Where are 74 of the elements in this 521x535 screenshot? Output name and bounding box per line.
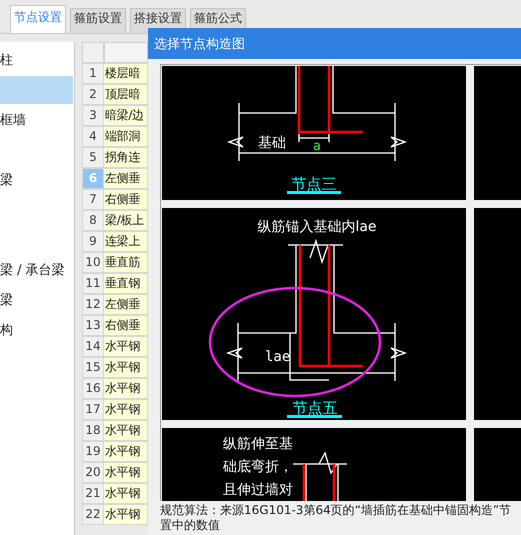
table-cell: 水平钢 <box>104 378 148 399</box>
dimension-label: lae <box>265 349 290 365</box>
caption-underline <box>287 191 341 194</box>
diagram-note: 纵筋伸至基 <box>223 436 293 452</box>
table-cell: 左侧垂 <box>104 294 148 315</box>
row-number[interactable]: 7 <box>82 189 104 210</box>
tree-item[interactable]: 框墙 <box>0 111 26 129</box>
tree-item[interactable]: 梁 <box>0 171 13 189</box>
table-cell: 水平钢 <box>104 441 148 462</box>
row-number[interactable]: 10 <box>82 252 104 273</box>
detail-diagram[interactable] <box>474 66 521 200</box>
table-cell: 右侧垂 <box>104 315 148 336</box>
diagram-label: 基础 <box>258 135 286 151</box>
table-cell: 端部洞 <box>104 126 148 147</box>
row-number[interactable]: 21 <box>82 483 104 504</box>
table-cell: 水平钢 <box>104 357 148 378</box>
detail-diagram[interactable] <box>474 208 521 420</box>
row-number[interactable]: 9 <box>82 231 104 252</box>
detail-diagram[interactable]: 纵筋锚入基础内lae lae 节点五 <box>162 208 466 420</box>
tree-item[interactable]: 柱 <box>0 51 13 69</box>
row-number[interactable]: 11 <box>82 273 104 294</box>
dialog-title: 选择节点构造图 <box>154 36 245 52</box>
table-cell: 水平钢 <box>104 420 148 441</box>
tab[interactable]: 箍筋设置 <box>70 8 126 33</box>
row-number[interactable]: 17 <box>82 399 104 420</box>
row-number[interactable]: 4 <box>82 126 104 147</box>
row-number[interactable]: 19 <box>82 441 104 462</box>
table-cell: 垂直筋 <box>104 252 148 273</box>
table-cell: 拐角连 <box>104 147 148 168</box>
row-number[interactable]: 15 <box>82 357 104 378</box>
diagram-note: 础底弯折， <box>223 459 293 475</box>
table-cell: 水平钢 <box>104 336 148 357</box>
diagram-note: 且伸过墙对 <box>223 482 293 498</box>
row-number[interactable]: 14 <box>82 336 104 357</box>
tree-item[interactable]: 构 <box>0 321 13 339</box>
detail-diagram[interactable]: 基础 a 节点三 <box>162 66 466 200</box>
table-cell: 垂直钢 <box>104 273 148 294</box>
tab[interactable]: 节点设置 <box>10 5 66 33</box>
table-cell: 左侧垂 <box>104 168 148 189</box>
detail-diagram[interactable] <box>474 428 521 501</box>
selected-tree-item[interactable] <box>0 76 73 104</box>
row-number[interactable]: 2 <box>82 84 104 105</box>
row-number[interactable]: 3 <box>82 105 104 126</box>
row-number[interactable]: 16 <box>82 378 104 399</box>
table-cell: 连梁上 <box>104 231 148 252</box>
table-cell: 水平钢 <box>104 483 148 504</box>
header-cell <box>82 42 104 63</box>
diagram-caption[interactable]: 节点三 <box>292 175 336 193</box>
row-number[interactable]: 18 <box>82 420 104 441</box>
wall-drawing <box>292 451 348 501</box>
caption-underline <box>287 415 342 418</box>
diagram-title: 纵筋锚入基础内lae <box>257 219 377 235</box>
detail-diagram[interactable]: 纵筋伸至基 础底弯折， 且伸过墙对 <box>162 428 466 501</box>
table-cell: 右侧垂 <box>104 189 148 210</box>
description-text: 规范算法：来源16G101-3第64页的“墙插筋在基础中锚固构造”节 <box>160 503 512 518</box>
table-cell: 顶层暗 <box>104 84 148 105</box>
row-number[interactable]: 1 <box>82 63 104 84</box>
row-number[interactable]: 12 <box>82 294 104 315</box>
diagram-caption[interactable]: 节点五 <box>292 399 338 417</box>
table-cell: 暗梁/边 <box>104 105 148 126</box>
row-number[interactable]: 20 <box>82 462 104 483</box>
description-text: 置中的数值 <box>160 518 221 533</box>
table-cell: 梁/板上 <box>104 210 148 231</box>
table-cell: 水平钢 <box>104 462 148 483</box>
row-number[interactable]: 8 <box>82 210 104 231</box>
dimension-label: a <box>313 139 321 154</box>
tree-item[interactable]: 梁 / 承台梁 <box>0 261 65 279</box>
row-number[interactable]: 13 <box>82 315 104 336</box>
table-cell: 水平钢 <box>104 504 148 525</box>
tree-item[interactable]: 梁 <box>0 291 13 309</box>
table-cell: 楼层暗 <box>104 63 148 84</box>
table-cell: 水平钢 <box>104 399 148 420</box>
row-number[interactable]: 5 <box>82 147 104 168</box>
row-number[interactable]: 22 <box>82 504 104 525</box>
